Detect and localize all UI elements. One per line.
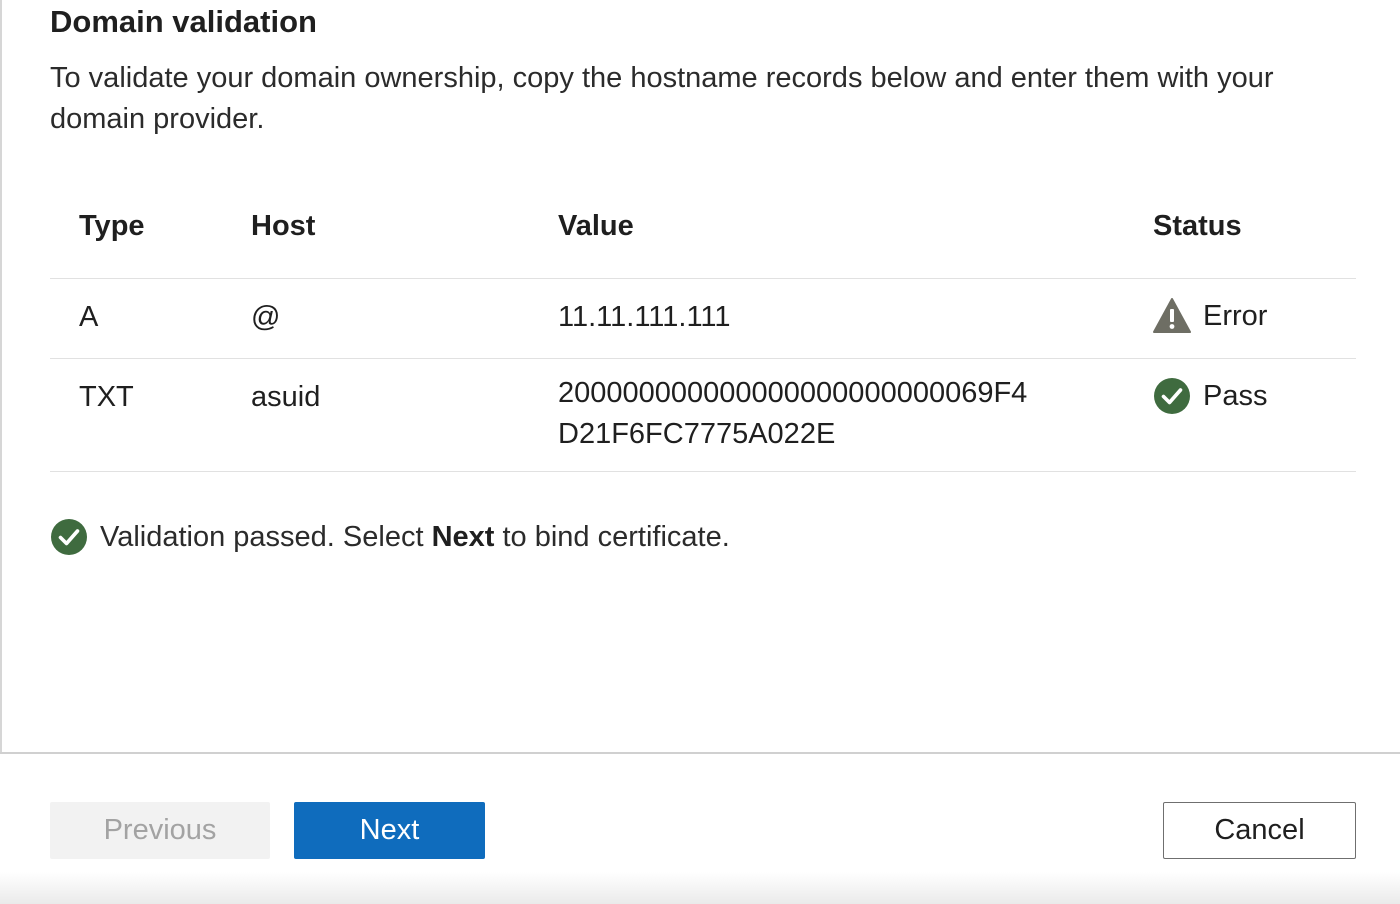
validation-message: Validation passed. Select Next to bind c…: [50, 518, 730, 556]
section-description: To validate your domain ownership, copy …: [50, 62, 1274, 135]
record-type: A: [79, 301, 99, 333]
validation-text: Validation passed. Select Next to bind c…: [100, 521, 730, 554]
column-header-type: Type: [79, 210, 145, 242]
footer-divider: [0, 752, 1400, 754]
status-label: Pass: [1203, 379, 1268, 412]
validation-text-emphasis: Next: [431, 520, 495, 553]
check-circle-icon: [50, 518, 88, 556]
table-row: A @ 11.11.111.111 Error: [50, 279, 1356, 359]
column-header-host: Host: [251, 210, 316, 242]
next-button[interactable]: Next: [294, 802, 485, 859]
record-host: asuid: [251, 381, 321, 413]
record-value-text: 200000000000000000000000069F4D21F6FC7775…: [558, 377, 1028, 450]
validation-text-prefix: Validation passed. Select: [100, 520, 432, 553]
validation-text-suffix: to bind certificate.: [494, 520, 730, 553]
record-status: Error: [1153, 297, 1267, 335]
record-value: 11.11.111.111: [558, 301, 731, 333]
column-header-status: Status: [1153, 210, 1242, 242]
hostname-records-table: Type Host Value Status A @ 11.11.111.111…: [50, 178, 1356, 472]
record-host: @: [251, 301, 281, 333]
warning-icon: [1153, 297, 1191, 335]
cancel-button[interactable]: Cancel: [1163, 802, 1356, 859]
check-circle-icon: [1153, 377, 1191, 415]
column-header-value: Value: [558, 210, 634, 242]
record-value: 200000000000000000000000069F4D21F6FC7775…: [558, 377, 1038, 455]
status-label: Error: [1203, 299, 1268, 332]
record-type: TXT: [79, 381, 134, 413]
previous-button[interactable]: Previous: [50, 802, 270, 859]
table-row: TXT asuid 200000000000000000000000069F4D…: [50, 359, 1356, 472]
record-status: Pass: [1153, 377, 1267, 415]
section-title: Domain validation: [50, 4, 317, 39]
table-header-row: Type Host Value Status: [50, 178, 1356, 279]
panel-left-border: [0, 0, 2, 752]
bottom-shadow: [0, 872, 1400, 904]
